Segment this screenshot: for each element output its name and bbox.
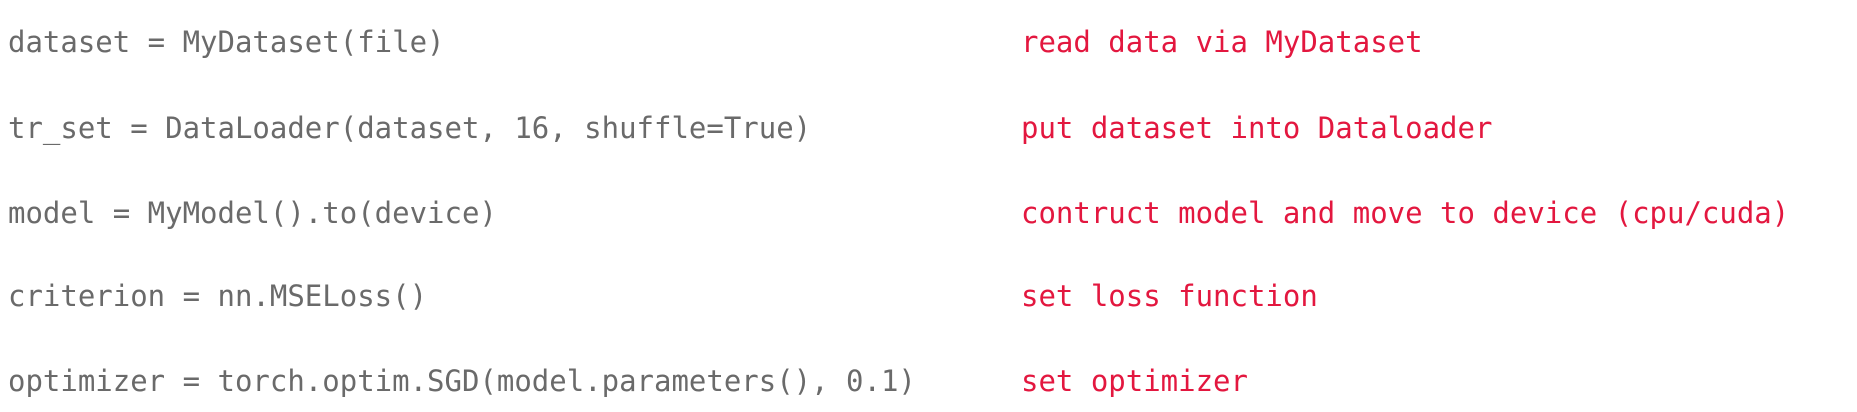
code-line-criterion: criterion = nn.MSELoss(): [8, 279, 428, 313]
code-line-tr-set: tr_set = DataLoader(dataset, 16, shuffle…: [8, 111, 812, 145]
code-slide: dataset = MyDataset(file) read data via …: [0, 0, 1857, 412]
comment-dataset: read data via MyDataset: [1021, 25, 1423, 59]
comment-optimizer: set optimizer: [1021, 364, 1248, 398]
code-line-dataset: dataset = MyDataset(file): [8, 25, 445, 59]
comment-tr-set: put dataset into Dataloader: [1021, 111, 1493, 145]
comment-criterion: set loss function: [1021, 279, 1318, 313]
comment-model: contruct model and move to device (cpu/c…: [1021, 196, 1790, 230]
code-line-model: model = MyModel().to(device): [8, 196, 497, 230]
code-line-optimizer: optimizer = torch.optim.SGD(model.parame…: [8, 364, 916, 398]
